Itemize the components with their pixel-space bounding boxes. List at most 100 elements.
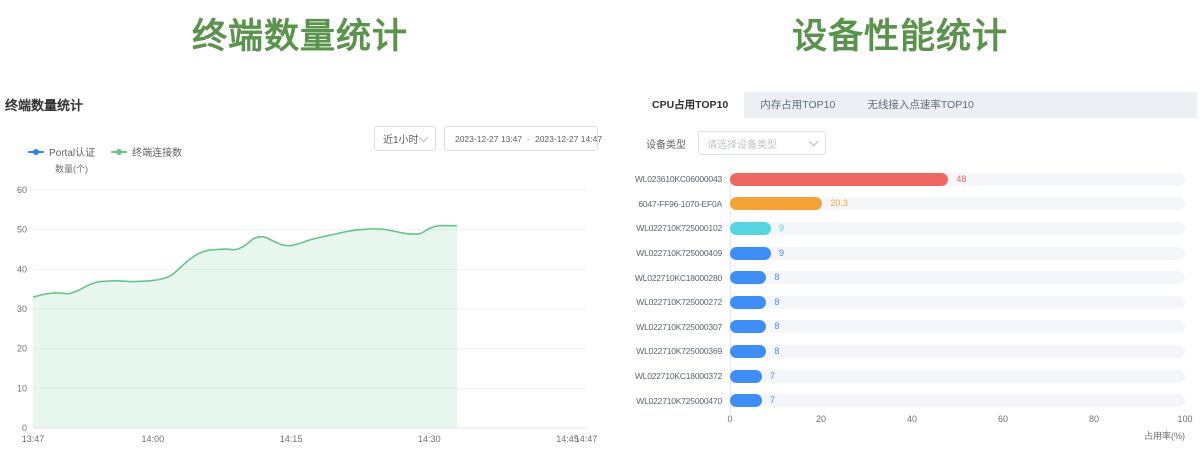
bar-value-label: 8: [774, 296, 779, 309]
bar-row: 6047-FF96-1070-EF0A 20.3: [630, 192, 1185, 217]
bar-track: 20.3: [730, 197, 1185, 210]
section-title-terminal: 终端数量统计: [0, 8, 600, 59]
bar-row: WL022710K725000272 8: [630, 290, 1185, 315]
x-tick-label: 20: [816, 414, 826, 424]
tab-2[interactable]: 无线接入点速率TOP10: [851, 92, 990, 118]
bar-track: 8: [730, 296, 1185, 309]
bar-track: 8: [730, 345, 1185, 358]
bar-value-label: 7: [770, 370, 775, 383]
legend-marker-icon: [28, 151, 44, 153]
device-type-filter: 设备类型 请选择设备类型: [646, 131, 826, 155]
bar-value-label: 20.3: [830, 197, 848, 210]
bar-track: 7: [730, 370, 1185, 383]
legend-label: 终端连接数: [132, 144, 182, 159]
y-tick-label: 0: [22, 423, 27, 433]
legend-item-portal[interactable]: Portal认证: [28, 144, 95, 159]
tab-1[interactable]: 内存占用TOP10: [744, 92, 851, 118]
tab-0[interactable]: CPU占用TOP10: [636, 92, 744, 118]
device-label: WL022710KC18000372: [630, 371, 730, 381]
device-type-select[interactable]: 请选择设备类型: [698, 131, 826, 155]
area-fill: [33, 225, 457, 428]
bar-fill[interactable]: [730, 345, 766, 358]
time-range-value: 近1小时: [383, 131, 419, 146]
device-type-placeholder: 请选择设备类型: [707, 136, 777, 151]
bar-fill[interactable]: [730, 370, 762, 383]
x-tick-label: 14:47: [575, 434, 598, 444]
device-label: WL023610KC06000043: [630, 174, 730, 184]
date-end: 2023-12-27 14:47: [535, 134, 602, 144]
bar-value-label: 8: [774, 271, 779, 284]
bar-row: WL023610KC06000043 48: [630, 167, 1185, 192]
bar-row: WL022710KC18000372 7: [630, 364, 1185, 389]
x-tick-label: 80: [1089, 414, 1099, 424]
date-separator: -: [527, 134, 530, 144]
x-tick-label: 13:47: [22, 434, 45, 444]
device-label: 6047-FF96-1070-EF0A: [630, 199, 730, 209]
bar-fill[interactable]: [730, 271, 766, 284]
bar-track: 9: [730, 247, 1185, 260]
panel-title-terminal: 终端数量统计: [5, 95, 83, 114]
chevron-down-icon: [809, 137, 819, 147]
y-tick-label: 50: [17, 225, 27, 235]
x-tick-label: 0: [727, 414, 732, 424]
device-label: WL022710K725000409: [630, 248, 730, 258]
x-tick-label: 14:15: [280, 434, 303, 444]
chevron-down-icon: [419, 132, 429, 142]
bar-value-label: 7: [770, 394, 775, 407]
bar-value-label: 48: [956, 173, 966, 186]
chart-controls: 近1小时 2023-12-27 13:47 - 2023-12-27 14:47: [374, 126, 598, 151]
bar-fill[interactable]: [730, 173, 948, 186]
legend-marker-icon: [111, 151, 127, 153]
bar-value-label: 9: [779, 222, 784, 235]
bar-chart-x-axis-label: 占用率(%): [730, 429, 1185, 442]
bar-value-label: 8: [774, 320, 779, 333]
x-tick-label: 14:30: [418, 434, 441, 444]
bar-fill[interactable]: [730, 197, 822, 210]
y-tick-label: 60: [17, 185, 27, 195]
bar-row: WL022710K7250004099: [630, 241, 1185, 266]
device-type-label: 设备类型: [646, 136, 686, 151]
bar-row: WL022710K725000470 7: [630, 388, 1185, 413]
bar-value-label: 8: [774, 345, 779, 358]
chart-legend: Portal认证 终端连接数: [28, 144, 182, 159]
device-label: WL022710K725000369: [630, 346, 730, 356]
bar-row: WL022710K725000369 8: [630, 339, 1185, 364]
x-tick-label: 14:00: [142, 434, 165, 444]
bar-fill[interactable]: [730, 320, 766, 333]
device-label: WL022710K725000272: [630, 297, 730, 307]
terminal-stats-section: 终端数量统计 终端数量统计 近1小时 2023-12-27 13:47 - 20…: [0, 0, 600, 456]
bar-track: 7: [730, 394, 1185, 407]
date-start: 2023-12-27 13:47: [455, 134, 522, 144]
cpu-top10-bar-chart: WL023610KC06000043 48 6047-FF96-1070-EF0A 2…: [630, 167, 1185, 413]
device-label: WL022710K725000102: [630, 223, 730, 233]
bar-row: WL022710KC18000280 8: [630, 265, 1185, 290]
bar-fill[interactable]: [730, 394, 762, 407]
y-axis-label: 数量(个): [55, 162, 88, 175]
device-label: WL022710KC18000280: [630, 273, 730, 283]
x-tick-label: 40: [907, 414, 917, 424]
y-tick-label: 30: [17, 304, 27, 314]
x-tick-label: 60: [998, 414, 1008, 424]
terminal-count-line-chart: 010203040506013:4714:0014:1514:3014:4514…: [0, 180, 600, 456]
legend-label: Portal认证: [49, 144, 95, 159]
device-label: WL022710K725000470: [630, 396, 730, 406]
bar-fill[interactable]: [730, 296, 766, 309]
bar-track: 8: [730, 320, 1185, 333]
bar-chart-x-ticks: 020406080100: [730, 414, 1185, 426]
y-tick-label: 20: [17, 344, 27, 354]
bar-fill[interactable]: [730, 247, 771, 260]
bar-track: 8: [730, 271, 1185, 284]
bar-row: WL022710K725000102 9: [630, 216, 1185, 241]
bar-track: 9: [730, 222, 1185, 235]
device-perf-section: 设备性能统计 CPU占用TOP10内存占用TOP10无线接入点速率TOP10 设…: [600, 0, 1200, 456]
x-tick-label: 100: [1177, 414, 1192, 424]
bar-fill[interactable]: [730, 222, 771, 235]
bar-row: WL022710K7250003078: [630, 315, 1185, 340]
y-tick-label: 40: [17, 264, 27, 274]
perf-tabs: CPU占用TOP10内存占用TOP10无线接入点速率TOP10: [636, 92, 1197, 118]
section-title-device-perf: 设备性能统计: [600, 8, 1200, 59]
date-range-picker[interactable]: 2023-12-27 13:47 - 2023-12-27 14:47: [444, 126, 598, 151]
bar-track: 48: [730, 173, 1185, 186]
time-range-select[interactable]: 近1小时: [374, 126, 436, 151]
legend-item-terminal-connections[interactable]: 终端连接数: [111, 144, 182, 159]
